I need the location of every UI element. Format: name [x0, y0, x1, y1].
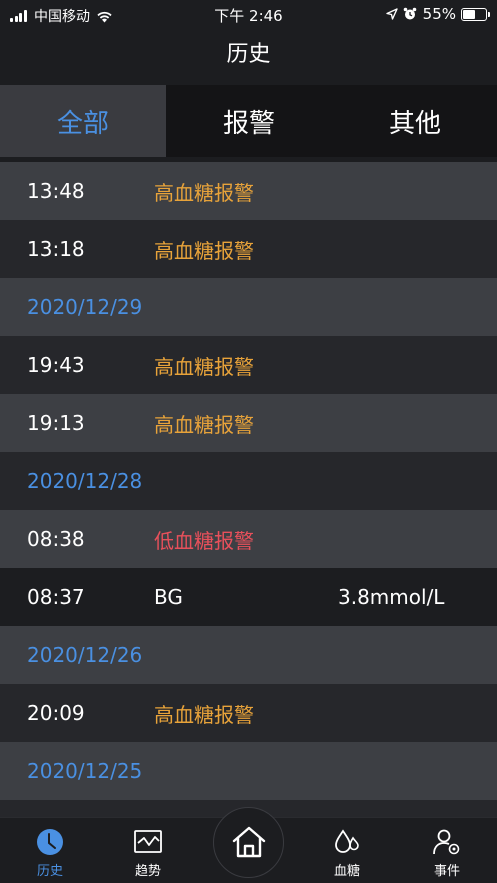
tab-alerts[interactable]: 报警 [166, 85, 332, 157]
date-label: 2020/12/26 [27, 643, 143, 667]
tabbar-item-events[interactable]: 事件 [407, 818, 487, 883]
event-time: 08:37 [27, 585, 85, 609]
event-name: 高血糖报警 [154, 702, 254, 727]
history-row[interactable]: 13:48 高血糖报警 [0, 162, 497, 220]
tab-all[interactable]: 全部 [0, 85, 166, 157]
user-settings-icon [433, 829, 460, 855]
tabbar-item-glucose[interactable]: 血糖 [307, 818, 387, 883]
history-row[interactable]: 19:13 高血糖报警 [0, 394, 497, 452]
bottom-tab-bar: 历史 趋势 血糖 事件 [0, 807, 497, 883]
date-label: 2020/12/25 [27, 759, 143, 783]
date-header-row: 2020/12/28 [0, 452, 497, 510]
tab-other[interactable]: 其他 [332, 85, 497, 157]
home-button[interactable] [213, 807, 284, 878]
date-label: 2020/12/29 [27, 295, 143, 319]
date-header-row: 2020/12/29 [0, 278, 497, 336]
event-name: 高血糖报警 [154, 238, 254, 263]
event-name: BG [154, 585, 183, 609]
event-name: 低血糖报警 [154, 528, 254, 553]
date-header-row: 2020/12/26 [0, 626, 497, 684]
event-time: 13:18 [27, 237, 85, 261]
battery-percent: 55% [422, 5, 456, 23]
battery-icon [461, 7, 490, 21]
alarm-clock-icon [403, 7, 416, 20]
tabbar-label-events: 事件 [433, 864, 460, 879]
tabbar-item-history[interactable]: 历史 [10, 818, 90, 883]
event-time: 08:38 [27, 527, 85, 551]
trend-chart-icon [134, 830, 162, 853]
page-title: 历史 [226, 42, 271, 67]
date-label: 2020/12/28 [27, 469, 143, 493]
history-row[interactable]: 08:38 低血糖报警 [0, 510, 497, 568]
event-value: 3.8mmol/L [338, 585, 445, 609]
tabbar-label-history: 历史 [36, 864, 63, 879]
history-row[interactable]: 20:09 高血糖报警 [0, 684, 497, 742]
tabbar-label-glucose: 血糖 [333, 864, 360, 879]
history-row[interactable]: 13:18 高血糖报警 [0, 220, 497, 278]
status-bar: 中国移动 下午 2:46 55% [0, 0, 497, 30]
tabbar-item-trend[interactable]: 趋势 [108, 818, 188, 883]
event-time: 19:13 [27, 411, 85, 435]
history-row[interactable]: 08:37 BG 3.8mmol/L [0, 568, 497, 626]
event-name: 高血糖报警 [154, 412, 254, 437]
event-time: 20:09 [27, 701, 85, 725]
home-icon [232, 826, 266, 858]
date-header-row: 2020/12/25 [0, 742, 497, 800]
location-arrow-icon [385, 8, 398, 20]
history-row[interactable]: 19:43 高血糖报警 [0, 336, 497, 394]
clock-icon [37, 829, 63, 855]
event-time: 13:48 [27, 179, 85, 203]
blood-drop-icon [335, 829, 359, 853]
event-time: 19:43 [27, 353, 85, 377]
tabbar-label-trend: 趋势 [134, 864, 161, 879]
event-name: 高血糖报警 [154, 180, 254, 205]
history-list[interactable]: 13:48 高血糖报警 13:18 高血糖报警 2020/12/29 19:43 高血糖报警… [0, 162, 497, 817]
status-right: 55% [385, 5, 490, 23]
filter-tabs: 全部 报警 其他 [0, 85, 497, 157]
event-name: 高血糖报警 [154, 354, 254, 379]
